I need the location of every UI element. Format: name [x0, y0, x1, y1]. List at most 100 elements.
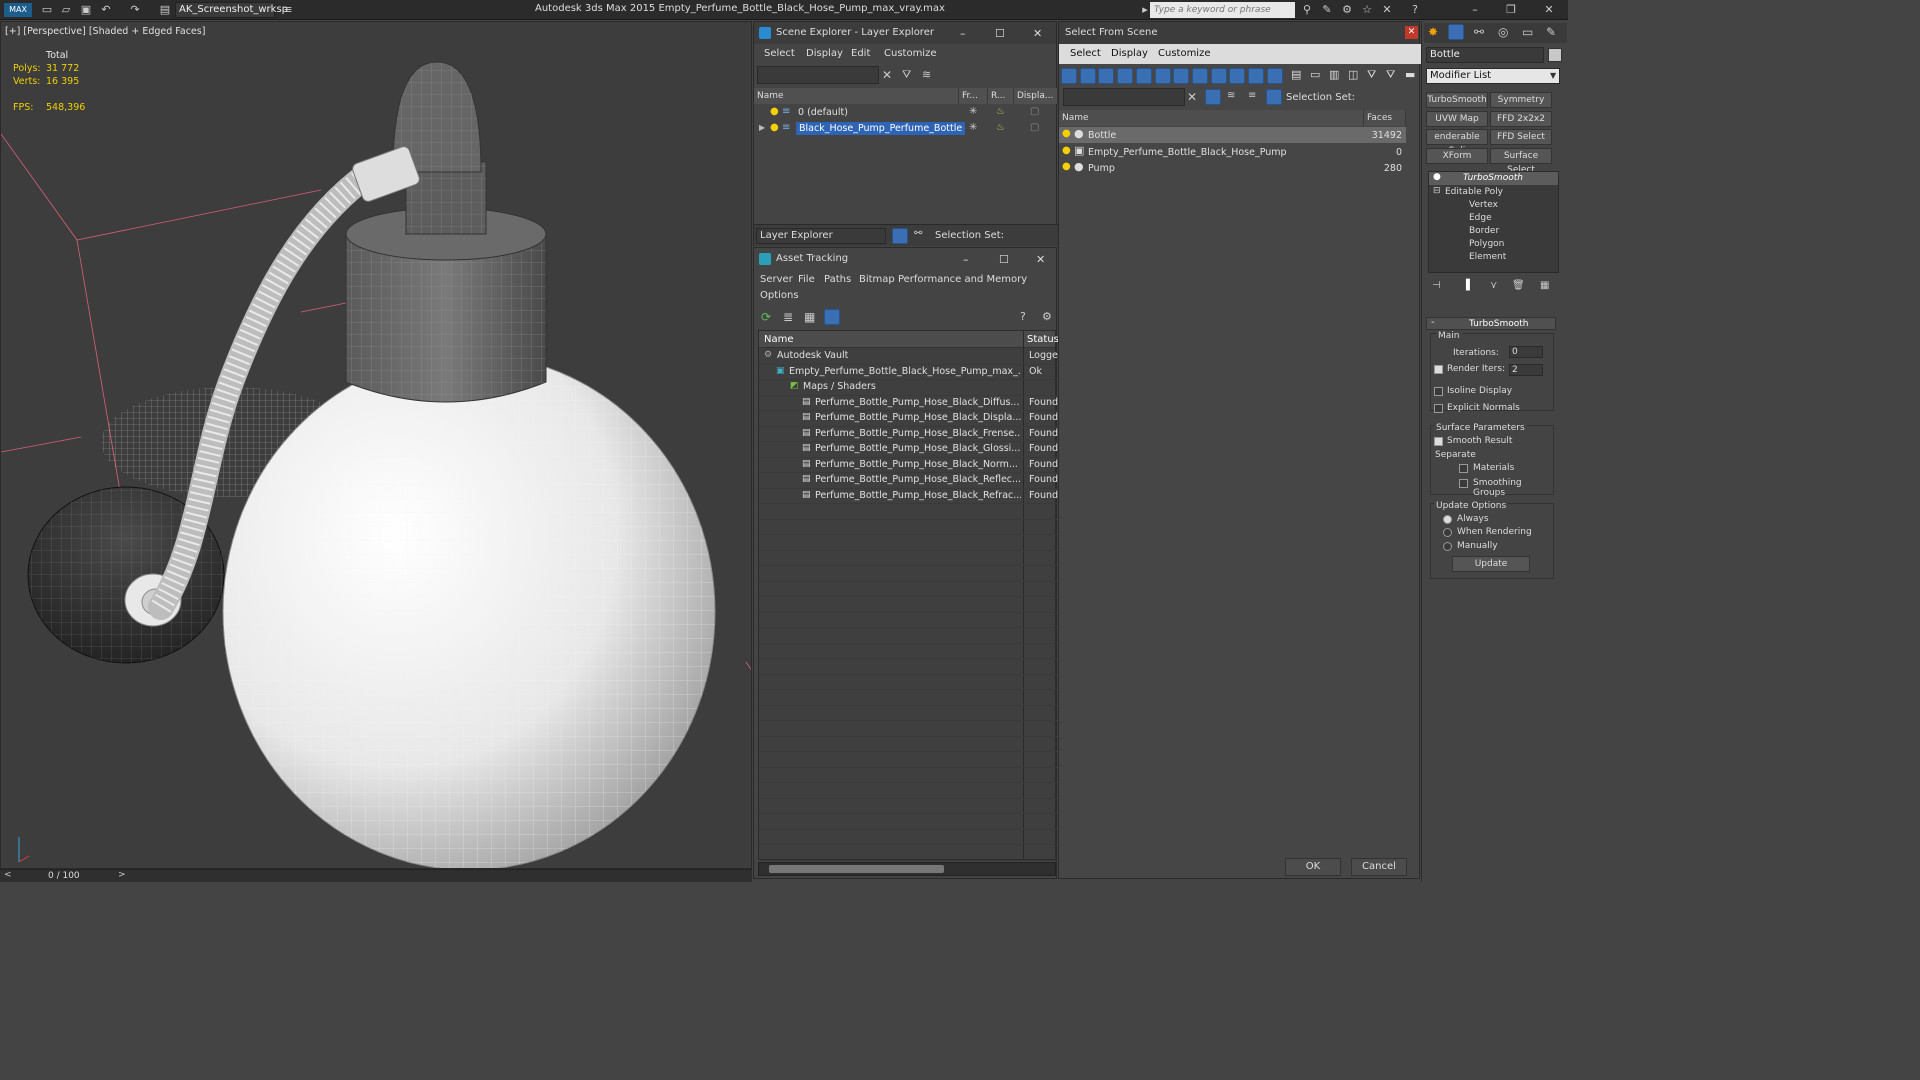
iterations-spinner[interactable]: 0 [1509, 346, 1543, 358]
window-close-icon[interactable]: ✕ [1542, 3, 1556, 17]
configure-sets-icon[interactable]: ▦ [1540, 280, 1549, 291]
when-rendering-radio[interactable] [1443, 528, 1452, 537]
timeline-prev-icon[interactable]: < [4, 870, 12, 880]
restore-icon[interactable]: ❐ [1504, 3, 1518, 17]
containers-filter-icon[interactable] [1229, 68, 1246, 84]
stack-item-editable-poly[interactable]: Editable Poly [1445, 187, 1503, 197]
search-input[interactable]: Type a keyword or phrase [1150, 2, 1295, 18]
sync-filter-icon[interactable]: ◫ [1348, 68, 1358, 81]
collapse-icon[interactable]: ⊟ [1433, 186, 1441, 196]
object-row[interactable]: ● ● Pump 280 [1059, 160, 1406, 176]
stack-item-element[interactable]: Element [1469, 252, 1506, 262]
render-iters-checkbox[interactable] [1434, 365, 1443, 374]
render-teapot-icon[interactable]: ♨ [996, 106, 1005, 117]
scene-search-input[interactable] [757, 66, 879, 84]
layers-icon[interactable]: ≋ [1227, 90, 1235, 101]
hierarchy-icon[interactable]: ⚯ [914, 228, 922, 239]
horizontal-scrollbar[interactable] [758, 862, 1056, 876]
display-box-icon[interactable]: ▢ [1030, 122, 1039, 133]
layer-row[interactable]: ▶ ● ≡ Black_Hose_Pump_Perfume_Bottle ✳ ♨… [754, 121, 1058, 137]
ok-button[interactable]: OK [1285, 858, 1341, 876]
object-row[interactable]: ● ▣ Empty_Perfume_Bottle_Black_Hose_Pump 0 [1059, 144, 1406, 160]
invert-filter-icon[interactable]: ▥ [1329, 68, 1339, 81]
light-bulb-icon[interactable]: ● [770, 106, 779, 117]
new-file-icon[interactable]: ▭ [40, 3, 54, 17]
max-logo-icon[interactable]: MAX [4, 3, 32, 17]
asset-row[interactable]: ◩ Maps / Shaders [759, 380, 1057, 396]
clear-search-icon[interactable]: ✕ [882, 68, 892, 82]
hidden-filter-icon[interactable] [1266, 68, 1283, 84]
display-box-icon[interactable]: ▢ [1030, 106, 1039, 117]
viewport-label[interactable]: [+] [Perspective] [Shaded + Edged Faces] [5, 26, 205, 37]
cameras-filter-icon[interactable] [1117, 68, 1134, 84]
perspective-viewport[interactable]: [+] [Perspective] [Shaded + Edged Faces]… [0, 21, 752, 869]
save-icon[interactable]: ▣ [79, 3, 93, 17]
subscription-icon[interactable]: ⚙ [1340, 3, 1354, 17]
asset-row[interactable]: ▤ Perfume_Bottle_Pump_Hose_Black_Frense..… [759, 427, 1058, 442]
scrollbar-thumb[interactable] [769, 865, 944, 873]
light-bulb-icon[interactable]: ● [1433, 172, 1441, 182]
menu-paths[interactable]: Paths [824, 274, 851, 285]
project-folder-icon[interactable]: ▤ [158, 3, 172, 17]
utilities-tab-icon[interactable]: ✎ [1546, 25, 1556, 39]
stack-item-vertex[interactable]: Vertex [1469, 200, 1498, 210]
col-faces[interactable]: Faces [1364, 110, 1406, 126]
pin-stack-icon[interactable]: ⊣ [1432, 280, 1441, 291]
asset-row[interactable]: ▤ Perfume_Bottle_Pump_Hose_Black_Displa..… [759, 411, 1058, 427]
smooth-result-checkbox[interactable] [1434, 437, 1443, 446]
asset-row[interactable]: ⚙ Autodesk Vault Logged [759, 349, 1064, 365]
col-freeze[interactable]: Fr... [959, 88, 988, 104]
close-icon[interactable]: ✕ [1405, 26, 1418, 39]
light-bulb-icon[interactable]: ● [1062, 161, 1071, 172]
explicit-normals-checkbox[interactable] [1434, 404, 1443, 413]
geometry-filter-icon[interactable] [1061, 68, 1077, 84]
light-bulb-icon[interactable]: ● [1062, 145, 1071, 156]
shapes-filter-icon[interactable] [1079, 68, 1096, 84]
display-children-filter-icon[interactable]: ⛛ [1367, 68, 1376, 82]
modifier-button[interactable]: Symmetry [1490, 92, 1552, 108]
clear-search-icon[interactable]: ✕ [1187, 90, 1197, 104]
help-icon[interactable]: ? [1408, 3, 1422, 17]
object-row[interactable]: ● ● Bottle 31492 [1059, 127, 1406, 143]
menu-display[interactable]: Display [806, 48, 843, 59]
settings-icon[interactable]: ⚙ [1042, 310, 1052, 323]
turbosmooth-rollout-header[interactable]: - TurboSmooth [1426, 317, 1556, 330]
stack-item-turbosmooth[interactable]: ● TurboSmooth [1429, 172, 1558, 185]
object-color-swatch[interactable] [1548, 48, 1562, 62]
minimize-icon[interactable]: – [963, 253, 969, 266]
col-status[interactable]: Status [1027, 334, 1059, 345]
maximize-icon[interactable]: ☐ [995, 27, 1005, 40]
layer-explorer-icon[interactable] [892, 228, 908, 244]
tools-icon[interactable]: ✎ [1320, 3, 1334, 17]
minimize-icon[interactable]: – [1468, 3, 1482, 17]
table-view-icon[interactable] [824, 309, 840, 325]
col-render[interactable]: R... [988, 88, 1014, 104]
redo-icon[interactable]: ↷ [128, 3, 142, 17]
bones-filter-icon[interactable] [1210, 68, 1227, 84]
manually-radio[interactable] [1443, 542, 1452, 551]
menu-customize[interactable]: Customize [1158, 48, 1211, 59]
binoculars-icon[interactable]: ⚲ [1300, 3, 1314, 17]
close-icon[interactable]: ✕ [1033, 27, 1042, 40]
menu-customize[interactable]: Customize [884, 48, 937, 59]
explorer-type-dropdown[interactable]: Layer Explorer [756, 228, 886, 244]
filter-filter-icon[interactable]: ▬ [1405, 68, 1415, 81]
menu-options[interactable]: Options [760, 290, 799, 301]
materials-checkbox[interactable] [1459, 464, 1468, 473]
modifier-button[interactable]: Surface Select [1490, 147, 1552, 175]
light-bulb-icon[interactable]: ● [1062, 128, 1071, 139]
modifier-button[interactable]: FFD Select [1490, 129, 1552, 145]
freeze-icon[interactable]: ✳ [969, 122, 977, 133]
workspace-dropdown[interactable]: AK_Screenshot_wrksp [175, 2, 288, 18]
remove-modifier-icon[interactable]: 🗑 [1512, 280, 1525, 291]
filter-icon[interactable] [1205, 89, 1221, 105]
expand-arrow-icon[interactable]: ▶ [759, 123, 765, 132]
stack-item-edge[interactable]: Edge [1469, 213, 1492, 223]
menu-select[interactable]: Select [1070, 48, 1101, 59]
smoothing-groups-checkbox[interactable] [1459, 479, 1468, 488]
object-name-field[interactable]: Bottle [1426, 47, 1544, 63]
groups-filter-icon[interactable] [1173, 68, 1190, 84]
show-end-result-icon[interactable]: ▐ [1462, 280, 1470, 291]
modifier-button[interactable]: UVW Map [1426, 110, 1488, 127]
time-slider[interactable]: < 0 / 100 > [0, 869, 752, 882]
